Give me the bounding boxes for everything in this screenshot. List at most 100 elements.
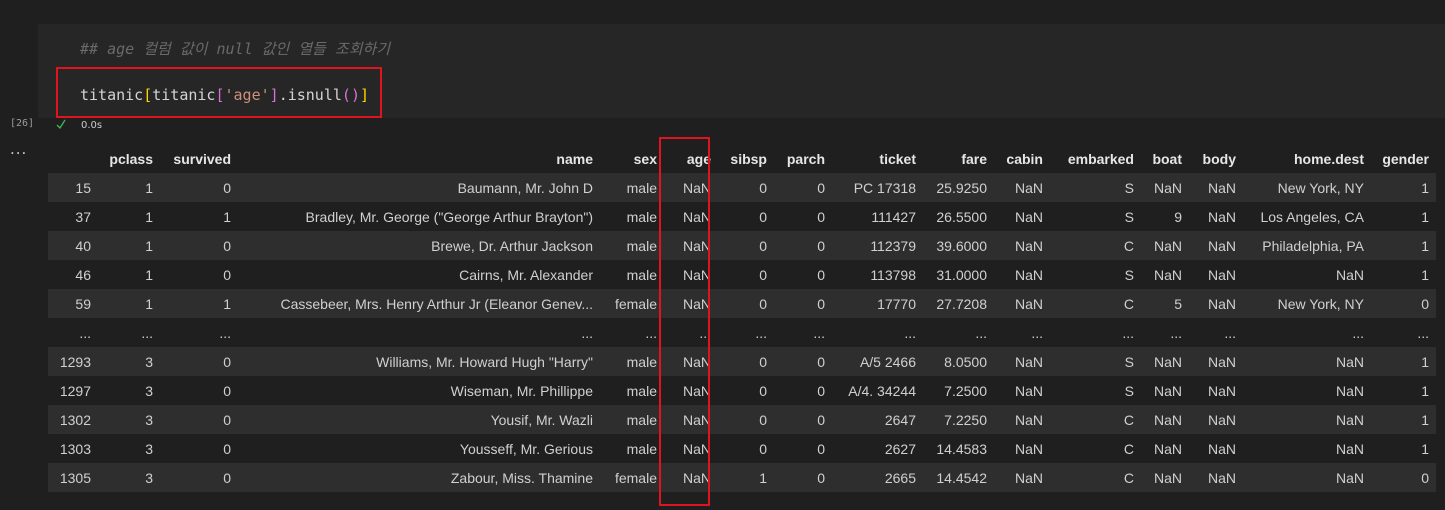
code-comment: ## age 컬럼 값이 null 값인 열들 조회하기 [80,40,391,58]
table-cell: NaN [1014,208,1043,225]
table-cell: 1 [1421,266,1429,283]
row-index: 1303 [59,440,91,457]
table-cell: NaN [1335,469,1364,486]
table-cell: 0 [759,266,767,283]
row-index: 59 [75,295,91,312]
table-cell: NaN [1014,237,1043,254]
table-cell: NaN [1014,353,1043,370]
row-index: 1297 [59,382,91,399]
column-header-sex: sex [633,150,657,167]
table-cell: 7.2500 [944,382,987,399]
table-cell: 1 [223,295,231,312]
table-cell: male [626,353,657,370]
table-cell: 0 [759,440,767,457]
table-cell: 5 [1174,295,1182,312]
table-cell: NaN [1335,266,1364,283]
table-cell: ... [755,324,767,341]
table-cell: NaN [1207,382,1236,399]
table-cell: 113798 [870,266,916,283]
table-cell: NaN [1153,237,1182,254]
table-row: 1297 3 0 Wiseman, Mr. Phillippe male NaN 0 0 A/4… [48,376,1436,405]
table-cell: 14.4542 [936,469,987,486]
table-cell: 0 [817,353,825,370]
table-cell: NaN [1207,440,1236,457]
table-cell: 1 [145,237,153,254]
table-cell: 0 [817,440,825,457]
table-cell: NaN [1207,295,1236,312]
table-cell: 1 [1421,411,1429,428]
table-cell: 3 [145,411,153,428]
column-header-home-dest: home.dest [1293,150,1364,167]
execution-time: 0.0s [81,120,103,131]
table-cell: 31.0000 [936,266,987,283]
column-header-cabin: cabin [1006,150,1043,167]
table-cell: S [1124,266,1134,283]
table-cell: NaN [1153,266,1182,283]
dataframe-table: pclass survived name sex age sibsp parch ticket… [48,144,1436,492]
table-cell: Cassebeer, Mrs. Henry Arthur Jr (Eleanor… [280,295,593,312]
table-cell: 1 [759,469,767,486]
table-cell: Cairns, Mr. Alexander [459,266,593,283]
row-index: 46 [75,266,91,283]
row-index: ... [79,324,91,341]
table-cell: 3 [145,353,153,370]
table-row: 1305 3 0 Zabour, Miss. Thamine female NaN 1 0 26… [48,463,1436,492]
table-cell: male [626,440,657,457]
table-cell: 1 [1421,440,1429,457]
table-cell: 2627 [884,440,916,457]
output-menu-ellipsis-icon[interactable]: ... [10,140,27,158]
table-cell: 112379 [870,237,916,254]
table-cell: ... [645,324,657,341]
table-cell: 0 [817,382,825,399]
table-cell: 1 [145,266,153,283]
table-cell: NaN [1014,411,1043,428]
index-header [48,144,98,173]
table-cell: 1 [145,179,153,196]
table-header-row: pclass survived name sex age sibsp parch ticket… [48,144,1436,173]
table-cell: A/5 2466 [859,353,916,370]
table-cell: Zabour, Miss. Thamine [450,469,593,486]
table-cell: NaN [1014,440,1043,457]
table-cell: S [1124,382,1134,399]
table-cell: female [614,469,657,486]
table-cell: Brewe, Dr. Arthur Jackson [431,237,593,254]
table-cell: NaN [1335,353,1364,370]
table-cell: NaN [1207,353,1236,370]
table-row: ........................................… [48,318,1436,347]
table-cell: ... [1122,324,1134,341]
table-cell: NaN [1207,208,1236,225]
table-cell: 0 [817,237,825,254]
table-cell: Philadelphia, PA [1262,237,1364,254]
table-cell: 1 [1421,382,1429,399]
table-cell: NaN [1335,382,1364,399]
table-cell: male [626,179,657,196]
table-cell: 0 [223,179,231,196]
table-cell: 3 [145,382,153,399]
table-cell: NaN [1153,469,1182,486]
table-row: 46 1 0 Cairns, Mr. Alexander male NaN 0 0 113798… [48,260,1436,289]
table-cell: NaN [1014,266,1043,283]
table-cell: 17770 [877,295,916,312]
row-index: 15 [75,179,91,196]
table-cell: 0 [817,295,825,312]
table-cell: ... [1224,324,1236,341]
table-cell: male [626,237,657,254]
table-cell: 3 [145,469,153,486]
table-cell: ... [975,324,987,341]
table-cell: 0 [223,266,231,283]
table-cell: 0 [759,295,767,312]
table-cell: Yousseff, Mr. Gerious [459,440,593,457]
table-cell: Williams, Mr. Howard Hugh "Harry" [376,353,593,370]
column-header-fare: fare [961,150,987,167]
table-cell: New York, NY [1277,179,1364,196]
table-cell: 25.9250 [936,179,987,196]
table-cell: NaN [1153,411,1182,428]
table-cell: Bradley, Mr. George ("George Arthur Bray… [305,208,593,225]
table-cell: 0 [817,208,825,225]
table-cell: A/4. 34244 [848,382,916,399]
table-cell: 0 [223,382,231,399]
table-cell: NaN [1207,411,1236,428]
table-cell: male [626,266,657,283]
table-cell: NaN [1014,469,1043,486]
table-row: 1303 3 0 Yousseff, Mr. Gerious male NaN 0 0 2627… [48,434,1436,463]
